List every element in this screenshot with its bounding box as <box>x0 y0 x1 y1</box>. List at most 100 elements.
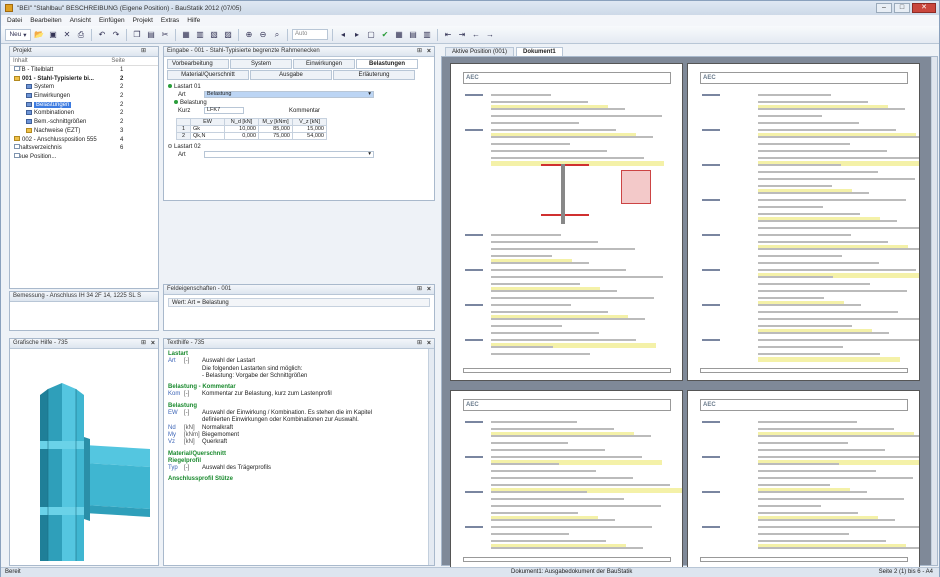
help-scrollbar[interactable] <box>428 349 434 565</box>
table-cell[interactable]: Qk,N <box>190 132 225 140</box>
pin-icon[interactable]: ⊞ <box>417 47 422 56</box>
tab-system[interactable]: System <box>230 59 292 69</box>
book-icon[interactable]: ▧ <box>208 29 220 41</box>
close-panel-icon[interactable]: × <box>151 339 155 348</box>
close-panel-icon[interactable]: × <box>427 339 431 348</box>
text-line <box>491 129 616 131</box>
menu-view[interactable]: Ansicht <box>70 17 91 24</box>
document-icon[interactable]: ▥ <box>194 29 206 41</box>
frame-icon[interactable]: ▢ <box>365 29 377 41</box>
table-cell[interactable]: Gk <box>190 125 225 133</box>
table-cell[interactable]: 75,000 <box>258 132 293 140</box>
tab-material[interactable]: Material/Querschnitt <box>167 70 249 80</box>
tab-dokument1[interactable]: Dokument1 <box>516 47 563 56</box>
cut-icon[interactable]: ✂ <box>159 29 171 41</box>
tree-item[interactable]: 002 - Anschlussposition 555 4 <box>10 136 158 145</box>
art2-select[interactable]: ▾ <box>204 151 374 158</box>
table-cell[interactable]: 10,000 <box>224 125 259 133</box>
print-icon[interactable]: ⎙ <box>75 29 87 41</box>
text-line <box>758 435 919 437</box>
page-footer <box>700 368 908 373</box>
menu-project[interactable]: Projekt <box>133 17 153 24</box>
paste-icon[interactable]: ▤ <box>145 29 157 41</box>
menu-help[interactable]: Hilfe <box>187 17 200 24</box>
close-panel-icon[interactable]: × <box>427 47 431 56</box>
open-folder-icon[interactable]: 📂 <box>33 29 45 41</box>
zoom-in-icon[interactable]: ⊕ <box>243 29 255 41</box>
page-next-icon[interactable]: ▸ <box>351 29 363 41</box>
expanded-icon[interactable] <box>174 100 178 105</box>
calculate-icon[interactable]: ▦ <box>393 29 405 41</box>
tree-item[interactable]: Nachweise (EZT) 3 <box>10 127 158 136</box>
close-panel-icon[interactable]: × <box>427 285 431 294</box>
grid-view-icon[interactable]: ▦ <box>180 29 192 41</box>
menu-edit[interactable]: Bearbeiten <box>30 17 61 24</box>
page-prev-icon[interactable]: ◂ <box>337 29 349 41</box>
document-viewer[interactable]: AEC AEC AEC AEC <box>441 56 938 570</box>
navigate-first-icon[interactable]: ⇤ <box>442 29 454 41</box>
undo-icon[interactable]: ↶ <box>96 29 108 41</box>
tab-active-position[interactable]: Aktive Position (001) <box>445 47 515 56</box>
text-line <box>491 248 635 250</box>
tab-einwirkungen[interactable]: Einwirkungen <box>293 59 355 69</box>
navigate-last-icon[interactable]: ⇥ <box>456 29 468 41</box>
report-icon[interactable]: ▤ <box>407 29 419 41</box>
pin-icon[interactable]: ⊞ <box>417 339 422 348</box>
tree-item[interactable]: STB - Titelblatt 1 <box>10 66 158 75</box>
text-line <box>758 449 885 451</box>
pin-icon[interactable]: ⊞ <box>141 339 146 348</box>
kurz-input[interactable]: LFK7 <box>204 107 244 114</box>
tab-erlaeuterung[interactable]: Erläuterung <box>333 70 415 80</box>
section-label <box>465 421 483 423</box>
table-cell[interactable]: 54,000 <box>292 132 327 140</box>
text-line <box>491 325 562 327</box>
table-cell[interactable]: 0,000 <box>224 132 259 140</box>
menu-file[interactable]: Datei <box>7 17 22 24</box>
document-scrollbar[interactable] <box>931 57 937 565</box>
zoom-out-icon[interactable]: ⊖ <box>257 29 269 41</box>
tree-item-page: 2 <box>120 101 124 108</box>
chart-icon[interactable]: ▨ <box>222 29 234 41</box>
minimize-button[interactable]: – <box>876 3 892 13</box>
tab-ausgabe[interactable]: Ausgabe <box>250 70 332 80</box>
help-text-line: - Belastung: Vorgabe der Schnittgrößen <box>202 372 308 379</box>
drawing-line <box>541 164 589 166</box>
arrow-right-icon[interactable]: → <box>484 29 496 41</box>
table-cell[interactable]: 85,000 <box>258 125 293 133</box>
tree-item[interactable]: Neue Position... <box>10 152 158 162</box>
tab-belastungen[interactable]: Belastungen <box>356 59 418 69</box>
menu-extras[interactable]: Extras <box>161 17 179 24</box>
tree-item[interactable]: Einwirkungen 2 <box>10 92 158 101</box>
kommentar-label: Kommentar <box>289 108 321 114</box>
table-icon[interactable]: ▥ <box>421 29 433 41</box>
tree-item[interactable]: System 2 <box>10 83 158 92</box>
maximize-button[interactable]: □ <box>894 3 910 13</box>
collapsed-icon[interactable] <box>168 144 172 149</box>
text-help-header: Texthilfe - 735 ⊞ × <box>164 339 434 349</box>
help-line: - Belastung: Vorgabe der Schnittgrößen <box>168 373 430 380</box>
tree-item[interactable]: Inhaltsverzeichnis 6 <box>10 144 158 153</box>
save-icon[interactable]: ▣ <box>47 29 59 41</box>
zoom-area-icon[interactable]: ⌕ <box>271 29 283 41</box>
pin-icon[interactable]: ⊞ <box>141 47 146 56</box>
tree-item[interactable]: 001 - Stahl-Typisierte bi... 2 <box>10 75 158 84</box>
pin-icon[interactable]: ⊞ <box>417 285 422 294</box>
art-select[interactable]: Belastung ▾ <box>204 91 374 98</box>
section-label <box>702 199 720 201</box>
copy-icon[interactable]: ❐ <box>131 29 143 41</box>
redo-icon[interactable]: ↷ <box>110 29 122 41</box>
check-icon[interactable]: ✔ <box>379 29 391 41</box>
text-line <box>491 353 590 355</box>
arrow-left-icon[interactable]: ← <box>470 29 482 41</box>
tree-item[interactable]: Belastungen 2 <box>10 101 158 110</box>
delete-icon[interactable]: ✕ <box>61 29 73 41</box>
expanded-icon[interactable] <box>168 84 172 89</box>
new-button[interactable]: Neu ▾ <box>5 28 31 41</box>
tab-vorbearbeitung[interactable]: Vorbearbeitung <box>167 59 229 69</box>
tree-item[interactable]: Bem.-schnittgrößen 2 <box>10 118 158 127</box>
menu-insert[interactable]: Einfügen <box>99 17 125 24</box>
close-button[interactable]: ✕ <box>912 3 936 13</box>
zoom-combo[interactable]: Auto <box>292 29 328 40</box>
table-cell[interactable]: 15,000 <box>292 125 327 133</box>
tree-item[interactable]: Kombinationen 2 <box>10 109 158 118</box>
